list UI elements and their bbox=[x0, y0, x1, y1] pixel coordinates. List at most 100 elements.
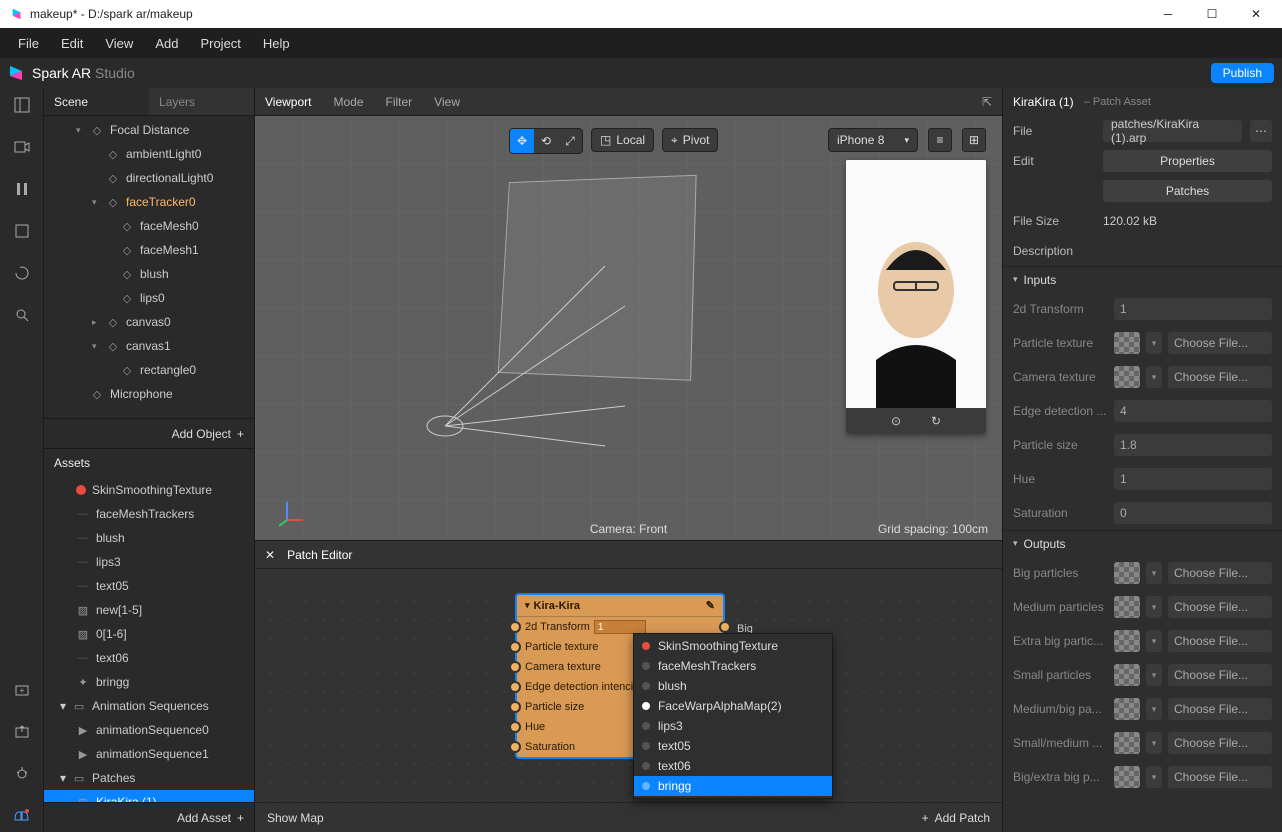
menu-view[interactable]: View bbox=[95, 32, 143, 55]
picker-item[interactable]: text05 bbox=[634, 736, 832, 756]
menu-edit[interactable]: Edit bbox=[51, 32, 93, 55]
asset-item[interactable]: ✦bringg bbox=[44, 670, 254, 694]
texture-picker-popup[interactable]: SkinSmoothingTexturefaceMeshTrackersblus… bbox=[633, 633, 833, 799]
show-map-button[interactable]: Show Map bbox=[267, 811, 324, 825]
outputs-section[interactable]: ▾Outputs bbox=[1003, 530, 1282, 556]
close-button[interactable]: ✕ bbox=[1234, 0, 1278, 28]
choose-file-button[interactable]: Choose File... bbox=[1168, 766, 1272, 788]
refresh-icon[interactable] bbox=[13, 264, 31, 282]
device-select[interactable]: iPhone 8▾ bbox=[828, 128, 918, 152]
scene-item[interactable]: ◇faceMesh0 bbox=[44, 214, 254, 238]
tab-layers[interactable]: Layers bbox=[149, 88, 254, 115]
choose-file-button[interactable]: Choose File... bbox=[1168, 698, 1272, 720]
texture-swatch[interactable] bbox=[1114, 766, 1140, 788]
scene-item[interactable]: ◇Microphone bbox=[44, 382, 254, 406]
capture-icon[interactable]: ⊙ bbox=[891, 414, 901, 428]
number-input[interactable]: 1 bbox=[1114, 298, 1272, 320]
viewport-filter[interactable]: Filter bbox=[386, 95, 413, 109]
export-icon[interactable]: + bbox=[13, 680, 31, 698]
menu-add[interactable]: Add bbox=[145, 32, 188, 55]
pivot-toggle[interactable]: ⌖Pivot bbox=[662, 128, 718, 152]
chevron-down-icon[interactable]: ▾ bbox=[1146, 562, 1162, 584]
add-asset-button[interactable]: Add Asset+ bbox=[44, 802, 254, 832]
viewport-view[interactable]: View bbox=[434, 95, 460, 109]
upload-icon[interactable] bbox=[13, 722, 31, 740]
menu-project[interactable]: Project bbox=[190, 32, 250, 55]
search-icon[interactable] bbox=[13, 306, 31, 324]
minimize-button[interactable]: ─ bbox=[1146, 0, 1190, 28]
rotate-tool[interactable]: ⟲ bbox=[534, 129, 558, 153]
asset-group-patches[interactable]: ▾▭Patches bbox=[44, 766, 254, 790]
number-input[interactable]: 0 bbox=[1114, 502, 1272, 524]
asset-item[interactable]: ▶animationSequence1 bbox=[44, 742, 254, 766]
add-object-button[interactable]: Add Object+ bbox=[44, 418, 254, 448]
add-patch-button[interactable]: +Add Patch bbox=[922, 811, 990, 825]
file-more-button[interactable]: ⋯ bbox=[1250, 120, 1272, 142]
scene-item[interactable]: ▸◇canvas0 bbox=[44, 310, 254, 334]
picker-item[interactable]: bringg bbox=[634, 776, 832, 796]
scene-item[interactable]: ◇directionalLight0 bbox=[44, 166, 254, 190]
asset-item[interactable]: SkinSmoothingTexture bbox=[44, 478, 254, 502]
number-input[interactable]: 1.8 bbox=[1114, 434, 1272, 456]
bug-icon[interactable] bbox=[13, 764, 31, 782]
texture-swatch[interactable] bbox=[1114, 366, 1140, 388]
pencil-icon[interactable]: ✎ bbox=[706, 599, 715, 612]
picker-item[interactable]: faceMeshTrackers bbox=[634, 656, 832, 676]
picker-item[interactable]: lips3 bbox=[634, 716, 832, 736]
picker-item[interactable]: SkinSmoothingTexture bbox=[634, 636, 832, 656]
choose-file-button[interactable]: Choose File... bbox=[1168, 732, 1272, 754]
choose-file-button[interactable]: Choose File... bbox=[1168, 366, 1272, 388]
chevron-down-icon[interactable]: ▾ bbox=[1146, 630, 1162, 652]
scene-item[interactable]: ▾◇Focal Distance bbox=[44, 118, 254, 142]
scene-item[interactable]: ◇ambientLight0 bbox=[44, 142, 254, 166]
scene-item[interactable]: ◇lips0 bbox=[44, 286, 254, 310]
asset-item[interactable]: ―faceMeshTrackers bbox=[44, 502, 254, 526]
asset-item[interactable]: ▨0[1-6] bbox=[44, 622, 254, 646]
close-patch-icon[interactable]: ✕ bbox=[265, 548, 275, 562]
choose-file-button[interactable]: Choose File... bbox=[1168, 562, 1272, 584]
scene-item[interactable]: ◇rectangle0 bbox=[44, 358, 254, 382]
layout-icon[interactable] bbox=[13, 96, 31, 114]
number-input[interactable]: 1 bbox=[1114, 468, 1272, 490]
menu-file[interactable]: File bbox=[8, 32, 49, 55]
texture-swatch[interactable] bbox=[1114, 664, 1140, 686]
picker-item[interactable]: text06 bbox=[634, 756, 832, 776]
viewport[interactable]: ✥ ⟲ ⤢ ◳Local ⌖Pivot iPhone 8▾ ≡ ⊞ bbox=[255, 116, 1002, 540]
texture-swatch[interactable] bbox=[1114, 332, 1140, 354]
popout-icon[interactable]: ⇱ bbox=[982, 95, 992, 109]
asset-item[interactable]: ▨new[1-5] bbox=[44, 598, 254, 622]
library-icon[interactable] bbox=[13, 806, 31, 824]
file-value[interactable]: patches/KiraKira (1).arp bbox=[1103, 120, 1242, 142]
square-icon[interactable] bbox=[13, 222, 31, 240]
choose-file-button[interactable]: Choose File... bbox=[1168, 664, 1272, 686]
viewport-mode[interactable]: Mode bbox=[333, 95, 363, 109]
chevron-down-icon[interactable]: ▾ bbox=[1146, 766, 1162, 788]
choose-file-button[interactable]: Choose File... bbox=[1168, 332, 1272, 354]
picker-item[interactable]: FaceWarpAlphaMap(2) bbox=[634, 696, 832, 716]
asset-item[interactable]: ―blush bbox=[44, 526, 254, 550]
chevron-down-icon[interactable]: ▾ bbox=[1146, 698, 1162, 720]
tab-scene[interactable]: Scene bbox=[44, 88, 149, 115]
properties-button[interactable]: Properties bbox=[1103, 150, 1272, 172]
scene-item[interactable]: ◇blush bbox=[44, 262, 254, 286]
move-tool[interactable]: ✥ bbox=[510, 129, 534, 153]
scene-tree[interactable]: ▾◇Focal Distance◇ambientLight0◇direction… bbox=[44, 116, 254, 418]
menu-help[interactable]: Help bbox=[253, 32, 300, 55]
texture-swatch[interactable] bbox=[1114, 630, 1140, 652]
asset-item[interactable]: ―text06 bbox=[44, 646, 254, 670]
settings-icon[interactable]: ⊞ bbox=[962, 128, 986, 152]
picker-item[interactable]: blush bbox=[634, 676, 832, 696]
chevron-down-icon[interactable]: ▾ bbox=[1146, 332, 1162, 354]
record-icon[interactable]: ↻ bbox=[931, 414, 941, 428]
local-toggle[interactable]: ◳Local bbox=[591, 128, 654, 152]
asset-item-selected[interactable]: ⊞KiraKira (1) bbox=[44, 790, 254, 802]
chevron-down-icon[interactable]: ▾ bbox=[1146, 732, 1162, 754]
texture-swatch[interactable] bbox=[1114, 596, 1140, 618]
node-2dtransform-input[interactable] bbox=[594, 620, 646, 634]
scale-tool[interactable]: ⤢ bbox=[558, 129, 582, 153]
texture-swatch[interactable] bbox=[1114, 562, 1140, 584]
scene-item[interactable]: ◇faceMesh1 bbox=[44, 238, 254, 262]
patches-button[interactable]: Patches bbox=[1103, 180, 1272, 202]
chevron-down-icon[interactable]: ▾ bbox=[1146, 596, 1162, 618]
texture-swatch[interactable] bbox=[1114, 698, 1140, 720]
